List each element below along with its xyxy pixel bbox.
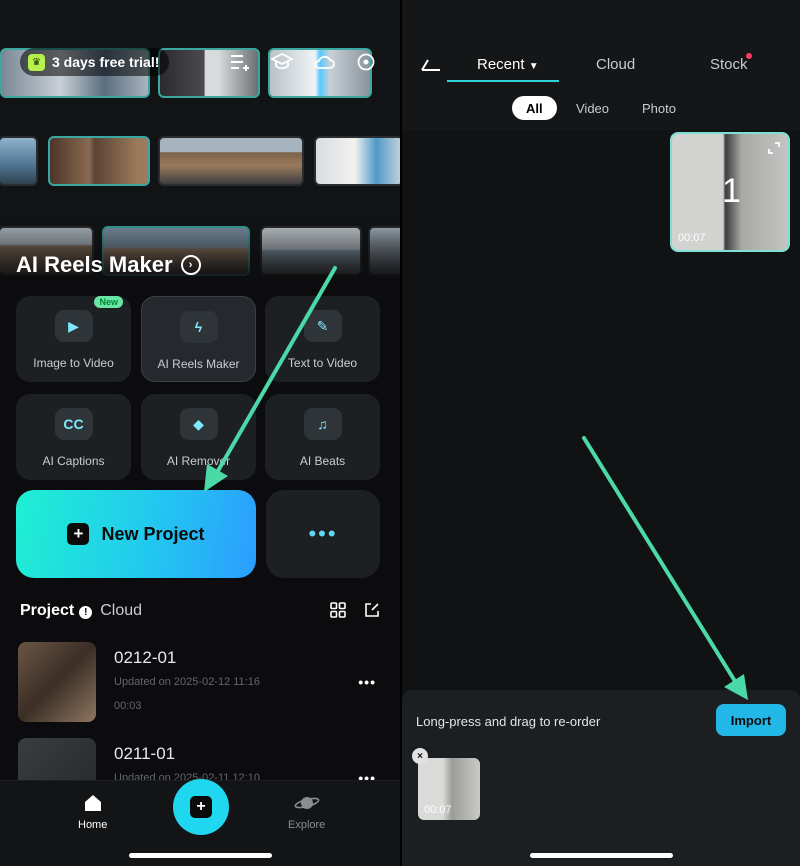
clip-duration: 00:07 bbox=[424, 804, 452, 816]
tab-project[interactable]: Project! bbox=[20, 602, 93, 620]
tool-label: Image to Video bbox=[33, 356, 114, 370]
chevron-right-icon: › bbox=[180, 255, 201, 275]
planet-icon bbox=[294, 797, 320, 809]
bottom-nav: Home + Explore bbox=[0, 779, 400, 866]
selection-tray: Long-press and drag to re-order Import 0… bbox=[402, 690, 800, 866]
project-duration: 00:03 bbox=[114, 700, 142, 712]
tab-stock[interactable]: Stock bbox=[710, 56, 748, 73]
captions-icon: CC bbox=[54, 408, 93, 440]
alert-icon: ! bbox=[79, 606, 93, 619]
tool-label: AI Captions bbox=[42, 454, 105, 468]
tab-recent-label: Recent bbox=[477, 56, 525, 73]
edit-icon[interactable] bbox=[364, 602, 380, 623]
tab-project-label: Project bbox=[20, 602, 75, 619]
ai-reels-maker-heading[interactable]: AI Reels Maker › bbox=[16, 252, 201, 278]
beats-icon: ♫ bbox=[303, 408, 342, 440]
image-video-icon: ▶ bbox=[54, 310, 93, 342]
nav-home-label: Home bbox=[78, 819, 108, 831]
back-arrow-icon[interactable] bbox=[420, 58, 442, 72]
view-controls bbox=[330, 602, 380, 623]
tab-recent[interactable]: Recent ▼ bbox=[477, 56, 539, 73]
tool-ai-beats[interactable]: ♫ AI Beats bbox=[265, 394, 380, 480]
tool-ai-remover[interactable]: ◆ AI Remover bbox=[141, 394, 256, 480]
filter-video[interactable]: Video bbox=[576, 96, 609, 120]
tool-label: Text to Video bbox=[287, 356, 358, 370]
project-row[interactable]: 0212-01 Updated on 2025-02-12 11:16 00:0… bbox=[18, 642, 382, 722]
active-tab-indicator bbox=[447, 80, 559, 82]
more-dots-icon: ••• bbox=[308, 521, 338, 546]
template-thumb bbox=[48, 136, 150, 186]
selected-clip[interactable]: 00:07 bbox=[418, 758, 480, 820]
top-toolbar bbox=[228, 50, 378, 74]
add-project-fab[interactable]: + bbox=[173, 779, 229, 835]
media-item-selected[interactable]: 1 00:07 bbox=[670, 132, 790, 252]
new-badge: New bbox=[94, 296, 123, 308]
list-add-icon[interactable] bbox=[228, 50, 252, 74]
caret-down-icon: ▼ bbox=[528, 61, 539, 72]
reels-title-text: AI Reels Maker bbox=[16, 252, 173, 277]
tool-ai-reels-maker[interactable]: ϟ AI Reels Maker bbox=[141, 296, 256, 382]
tab-cloud[interactable]: Cloud bbox=[596, 56, 635, 73]
expand-icon[interactable] bbox=[768, 142, 780, 154]
new-project-button[interactable]: + New Project bbox=[16, 490, 256, 578]
plus-icon: + bbox=[67, 523, 90, 545]
template-thumb bbox=[158, 136, 304, 186]
template-thumb bbox=[0, 136, 38, 186]
home-indicator bbox=[530, 853, 673, 858]
media-picker-screen: Recent ▼ Cloud Stock All Video Photo 1 0… bbox=[402, 0, 800, 866]
cloud-icon[interactable] bbox=[312, 50, 336, 74]
project-updated: Updated on 2025-02-12 11:16 bbox=[114, 676, 260, 688]
nav-home[interactable]: Home bbox=[78, 793, 107, 831]
graduation-cap-icon[interactable] bbox=[270, 50, 294, 74]
nav-explore[interactable]: Explore bbox=[288, 793, 325, 831]
more-options-icon[interactable]: ••• bbox=[358, 674, 376, 690]
settings-icon[interactable] bbox=[354, 50, 378, 74]
free-trial-badge[interactable]: ♛ 3 days free trial! bbox=[20, 48, 170, 76]
import-button[interactable]: Import bbox=[716, 704, 786, 736]
notification-dot bbox=[746, 53, 752, 59]
filter-all[interactable]: All bbox=[512, 96, 557, 120]
media-header: Recent ▼ Cloud Stock All Video Photo bbox=[402, 0, 800, 130]
filter-photo[interactable]: Photo bbox=[642, 96, 676, 120]
project-name: 0211-01 bbox=[114, 744, 176, 763]
reorder-hint: Long-press and drag to re-order bbox=[416, 714, 601, 729]
tool-label: AI Reels Maker bbox=[157, 357, 240, 371]
tool-label: AI Remover bbox=[166, 454, 231, 468]
template-thumb bbox=[314, 136, 400, 186]
eraser-icon: ◆ bbox=[179, 408, 218, 440]
project-thumbnail bbox=[18, 642, 96, 722]
home-screen: ♛ 3 days free trial! AI Reels Maker › Ne… bbox=[0, 0, 400, 866]
remove-clip-icon[interactable]: × bbox=[412, 748, 428, 764]
tool-image-to-video[interactable]: New ▶ Image to Video bbox=[16, 296, 131, 382]
template-banner[interactable]: ♛ 3 days free trial! bbox=[0, 0, 400, 285]
more-tools-button[interactable]: ••• bbox=[266, 490, 380, 578]
project-tabs: Project! Cloud bbox=[20, 602, 142, 620]
nav-explore-label: Explore bbox=[288, 819, 326, 831]
home-indicator bbox=[129, 853, 272, 858]
lightning-icon: ϟ bbox=[179, 311, 218, 343]
new-project-label: New Project bbox=[101, 523, 205, 544]
selection-number: 1 bbox=[722, 172, 741, 210]
free-trial-label: 3 days free trial! bbox=[52, 54, 160, 70]
tool-text-to-video[interactable]: ✎ Text to Video bbox=[265, 296, 380, 382]
tool-ai-captions[interactable]: CC AI Captions bbox=[16, 394, 131, 480]
project-name: 0212-01 bbox=[114, 648, 177, 667]
text-pen-icon: ✎ bbox=[303, 310, 342, 342]
tab-cloud[interactable]: Cloud bbox=[100, 602, 142, 620]
media-duration: 00:07 bbox=[678, 232, 706, 244]
home-icon bbox=[84, 795, 101, 811]
tool-label: AI Beats bbox=[299, 454, 346, 468]
crown-icon: ♛ bbox=[28, 53, 45, 71]
plus-icon: + bbox=[190, 796, 212, 818]
grid-view-icon[interactable] bbox=[330, 602, 346, 623]
